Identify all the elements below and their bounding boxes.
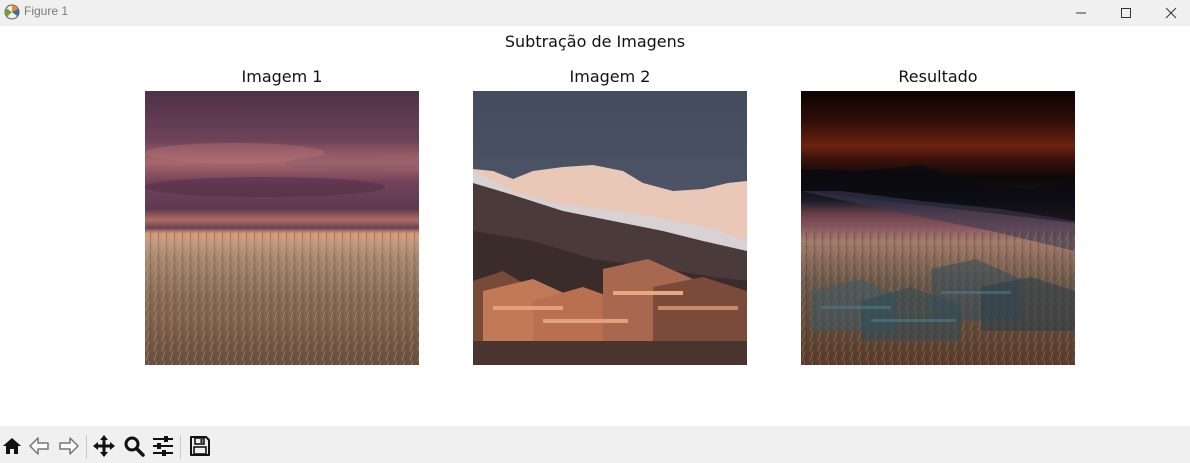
navigation-toolbar (0, 426, 1190, 463)
axes-3-title: Resultado (898, 67, 978, 86)
close-icon (1165, 7, 1177, 19)
zoom-icon (124, 436, 145, 457)
configure-subplots-icon (153, 436, 173, 456)
axes-1-title: Imagem 1 (241, 67, 323, 86)
maximize-icon (1121, 8, 1131, 18)
axes-2-title: Imagem 2 (569, 67, 651, 86)
save-icon (190, 436, 210, 456)
window-titlebar: Figure 1 (0, 0, 1190, 26)
home-button[interactable] (0, 434, 26, 460)
close-button[interactable] (1148, 0, 1190, 26)
toolbar-separator (86, 435, 87, 459)
minimize-icon (1076, 12, 1086, 14)
forward-button[interactable] (56, 434, 82, 460)
save-button[interactable] (188, 434, 214, 460)
zoom-button[interactable] (122, 434, 148, 460)
back-arrow-icon (29, 437, 49, 455)
maximize-button[interactable] (1103, 0, 1149, 26)
minimize-button[interactable] (1058, 0, 1104, 26)
figure-canvas[interactable]: Subtração de Imagens Imagem 1 Imagem 2 R… (0, 26, 1190, 426)
matplotlib-app-icon (3, 3, 21, 21)
home-icon (3, 438, 21, 454)
image-1-wheat-field (145, 91, 419, 365)
image-2-mountain-village (473, 91, 747, 365)
image-3-subtraction-result (801, 91, 1075, 365)
back-button[interactable] (28, 434, 54, 460)
configure-subplots-button[interactable] (151, 434, 177, 460)
window-title: Figure 1 (24, 4, 69, 18)
pan-icon (93, 435, 115, 457)
toolbar-separator (180, 435, 181, 459)
figure-suptitle: Subtração de Imagens (504, 32, 686, 51)
forward-arrow-icon (59, 437, 79, 455)
pan-button[interactable] (92, 434, 118, 460)
